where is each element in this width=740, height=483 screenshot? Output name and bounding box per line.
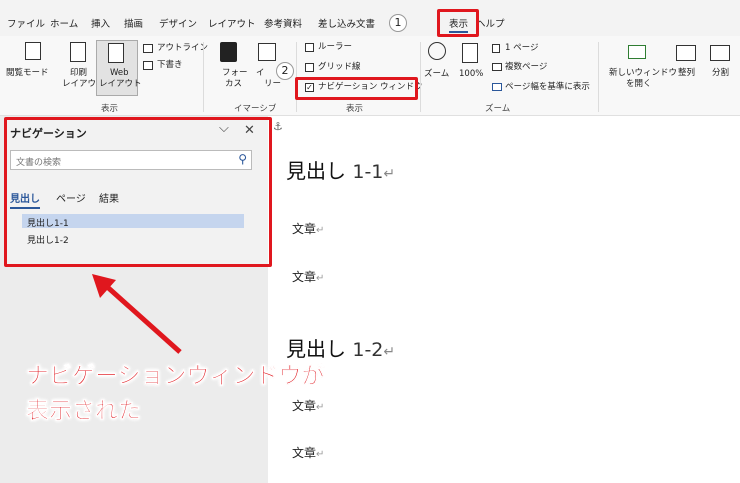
- body-text: 文章: [292, 222, 317, 236]
- callout-text-line-1: ナビゲーションウィンドウが: [26, 363, 325, 390]
- print-layout-label-1: 印刷: [70, 68, 88, 78]
- immersive-group-label: イマーシブ: [234, 104, 277, 114]
- ribbon-separator: [420, 42, 421, 112]
- paragraph-mark: ↵: [316, 402, 325, 413]
- paragraph-mark: ↵: [383, 166, 396, 182]
- tab-insert[interactable]: 挿入: [91, 16, 110, 30]
- reader-label-2: リー: [264, 79, 282, 89]
- tab-help[interactable]: ヘルプ: [476, 16, 505, 30]
- show-group-label: 表示: [346, 104, 364, 114]
- menu-bar: ファイル ホーム 挿入 描画 デザイン レイアウト 参考資料 差し込み文書 表示…: [0, 0, 740, 36]
- multi-page-button[interactable]: 複数ページ: [505, 62, 547, 73]
- focus-label-1[interactable]: フォー: [222, 68, 248, 79]
- page-width-icon: [492, 83, 502, 91]
- paragraph-mark: ↵: [316, 225, 325, 236]
- arrange-icon: [676, 45, 696, 61]
- step-1-badge: 1: [389, 14, 407, 32]
- outline-icon: [143, 44, 153, 53]
- draft-button[interactable]: 下書き: [157, 60, 183, 71]
- web-layout-label-1: Web: [110, 68, 129, 78]
- tab-home[interactable]: ホーム: [50, 16, 78, 30]
- document-paragraph[interactable]: 文章↵: [292, 397, 324, 414]
- zoom-group-label: ズーム: [485, 104, 511, 114]
- web-layout-icon: [108, 43, 124, 63]
- document-paragraph[interactable]: 文章↵: [292, 444, 324, 461]
- heading-2-number: 1-2: [352, 339, 384, 361]
- tab-draw[interactable]: 描画: [124, 16, 143, 30]
- body-text: 文章: [292, 270, 317, 284]
- body-text: 文章: [292, 446, 317, 460]
- ribbon-separator: [598, 42, 599, 112]
- one-page-icon: [492, 44, 500, 53]
- split-button[interactable]: 分割: [712, 68, 729, 79]
- zoom-button[interactable]: ズーム: [424, 69, 449, 80]
- ribbon-view: 閲覧モード 印刷 レイアウト Web レイアウト アウトライン 下書き 表示 フ…: [0, 36, 740, 116]
- tab-references[interactable]: 参考資料: [264, 16, 302, 30]
- outline-button[interactable]: アウトライン: [157, 43, 208, 54]
- gridlines-checkbox[interactable]: [305, 63, 314, 72]
- tab-design[interactable]: デザイン: [159, 16, 197, 30]
- gridlines-label: グリッド線: [318, 62, 361, 72]
- focus-icon: [220, 42, 237, 62]
- annotation-arrow: [92, 274, 182, 354]
- document-paragraph[interactable]: 文章↵: [292, 220, 324, 237]
- new-window-label-2: を開く: [626, 79, 652, 89]
- read-mode-button[interactable]: 閲覧モード: [6, 68, 49, 79]
- draft-icon: [143, 61, 153, 70]
- print-layout-icon: [70, 42, 86, 62]
- split-icon: [710, 45, 730, 61]
- reader-label-1[interactable]: イ: [256, 68, 265, 79]
- new-window-icon: [628, 45, 646, 59]
- ruler-checkbox[interactable]: [305, 43, 314, 52]
- web-layout-label-2: レイアウト: [99, 79, 142, 89]
- immersive-reader-icon: [258, 43, 276, 61]
- heading-1-text: 見出し: [286, 159, 346, 183]
- one-page-button[interactable]: 1 ページ: [505, 43, 538, 54]
- callout-text-line-2: 表示された: [26, 398, 142, 425]
- arrange-button[interactable]: 整列: [678, 68, 695, 79]
- multi-page-icon: [492, 63, 502, 71]
- page-width-button[interactable]: ページ幅を基準に表示: [505, 82, 590, 93]
- ruler-label: ルーラー: [318, 42, 353, 52]
- read-mode-icon: [25, 42, 41, 60]
- focus-label-2: カス: [225, 79, 243, 89]
- ribbon-separator: [203, 42, 204, 112]
- paragraph-mark: ↵: [316, 273, 325, 284]
- views-group-label: 表示: [101, 104, 119, 114]
- annotation-box-nav-pane: [4, 117, 272, 267]
- annotation-box-nav-checkbox: [295, 77, 418, 100]
- document-heading-1[interactable]: 見出し 1-1↵: [286, 155, 395, 184]
- tab-file[interactable]: ファイル: [7, 16, 45, 30]
- zoom-100-button[interactable]: 100%: [459, 69, 483, 80]
- step-2-badge: 2: [276, 62, 294, 80]
- zoom-100-icon: [462, 43, 478, 63]
- tab-layout[interactable]: レイアウト: [208, 16, 256, 30]
- paragraph-mark: ↵: [383, 344, 396, 360]
- tab-mailings[interactable]: 差し込み文書: [318, 16, 375, 30]
- anchor-icon: ⚓: [273, 120, 283, 133]
- annotation-box-view-tab: [437, 9, 479, 37]
- document-paragraph[interactable]: 文章↵: [292, 268, 324, 285]
- zoom-icon: [428, 42, 446, 60]
- heading-1-number: 1-1: [352, 161, 384, 183]
- paragraph-mark: ↵: [316, 449, 325, 460]
- body-text: 文章: [292, 399, 317, 413]
- new-window-button[interactable]: 新しいウィンドウ: [609, 68, 677, 79]
